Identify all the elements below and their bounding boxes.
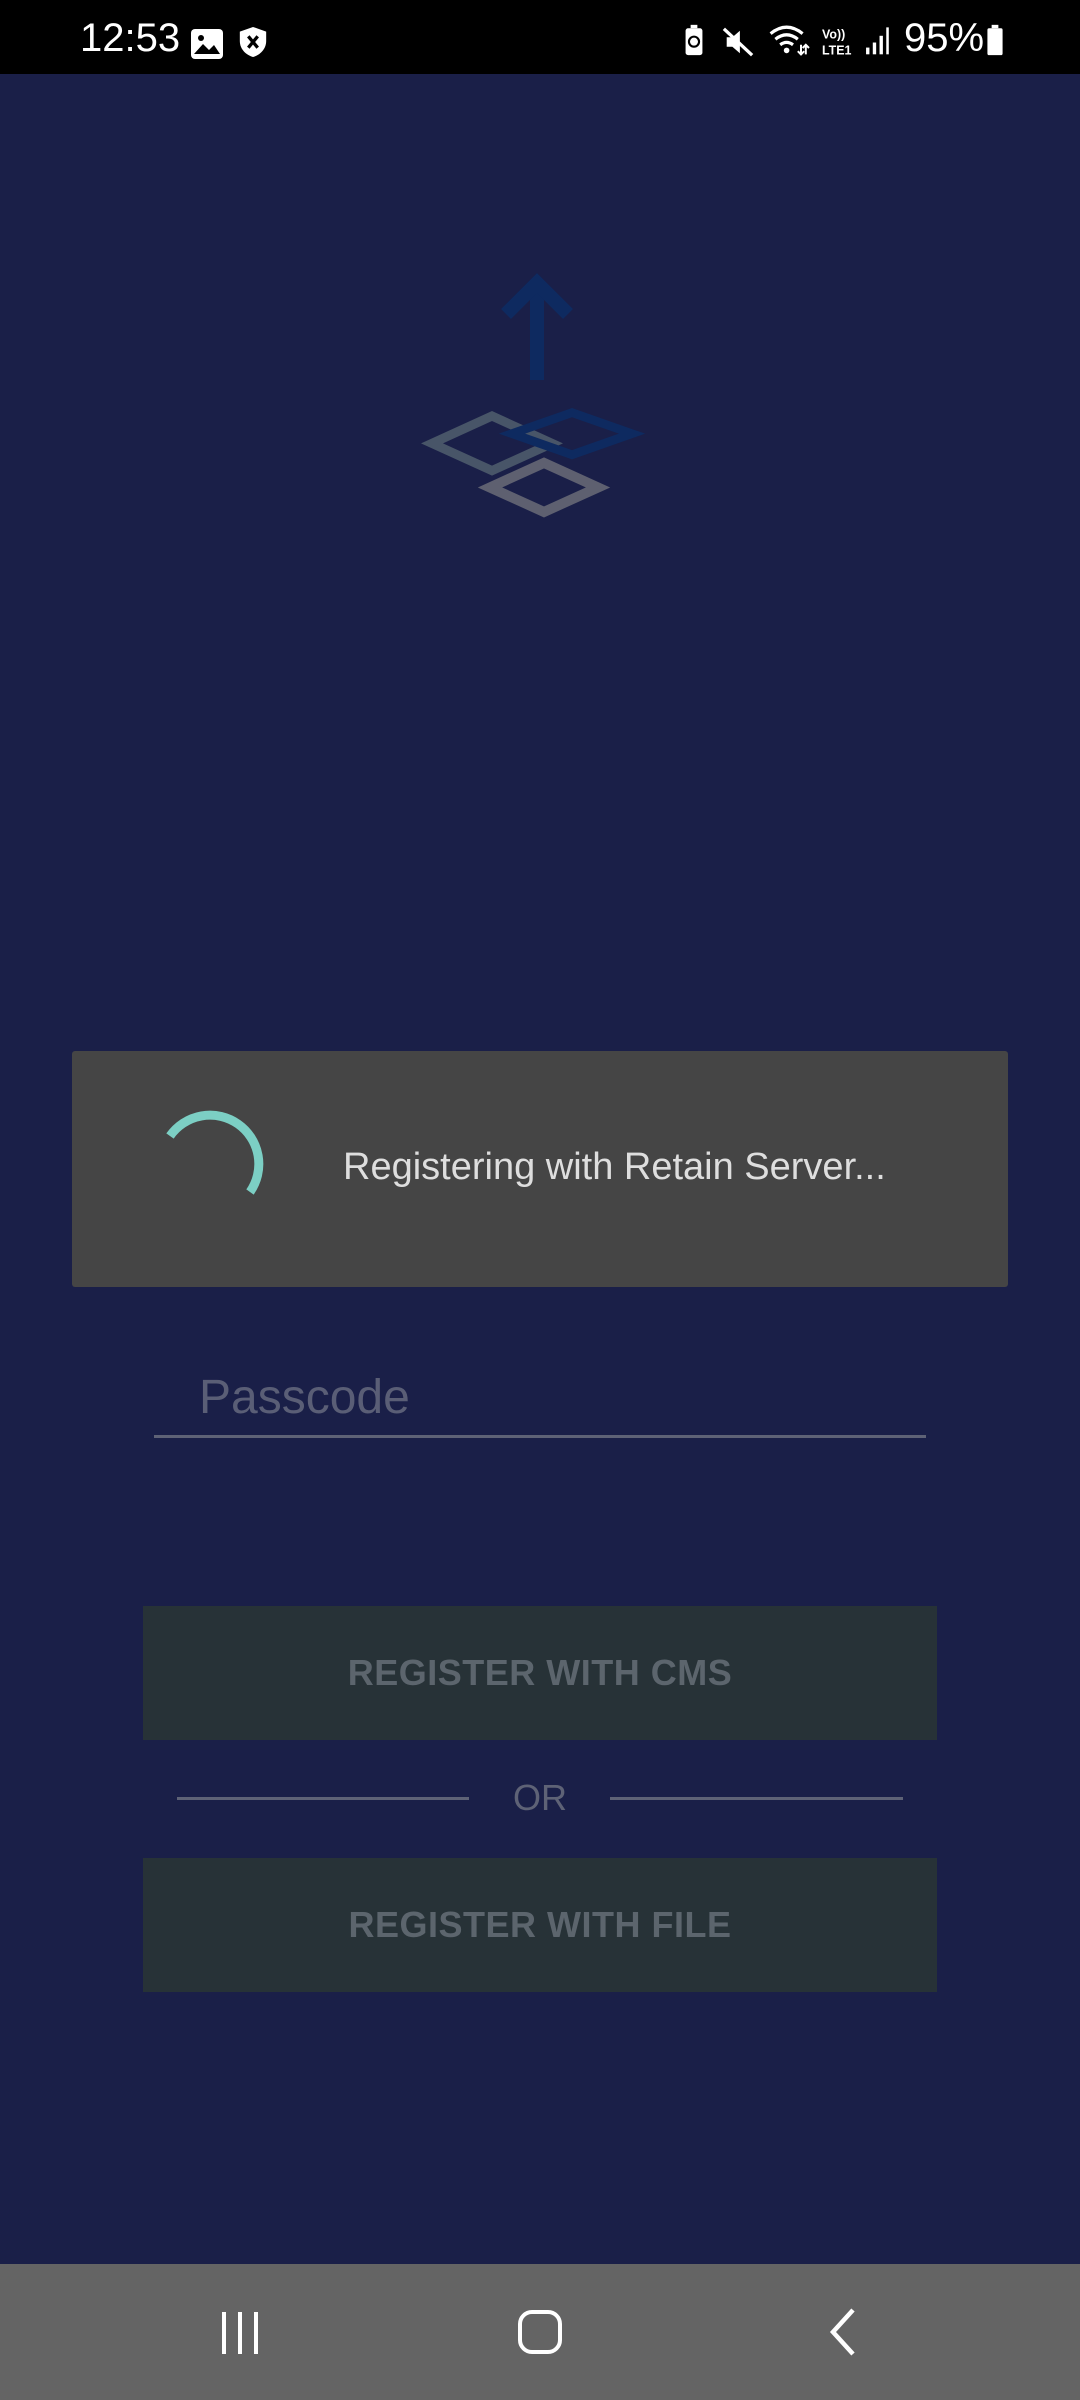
loading-spinner-icon — [166, 1110, 264, 1195]
svg-text:LTE1: LTE1 — [822, 43, 852, 57]
battery-percent: 95% — [904, 16, 985, 60]
status-bar: 12:53 Vo)) LTE1 95% — [0, 0, 1080, 74]
battery-saver-icon — [685, 24, 703, 56]
svg-text:Vo)): Vo)) — [822, 27, 845, 41]
back-icon[interactable] — [795, 2292, 895, 2372]
volte-icon: Vo)) LTE1 — [822, 27, 852, 57]
retain-logo-icon — [421, 273, 646, 518]
mute-icon — [722, 27, 754, 57]
wifi-icon — [769, 25, 810, 56]
or-label: OR — [513, 1777, 567, 1818]
home-icon[interactable] — [490, 2292, 590, 2372]
signal-icon — [866, 27, 889, 55]
battery-icon — [987, 24, 1003, 56]
status-time: 12:53 — [80, 16, 181, 60]
register-file-button[interactable]: REGISTER WITH FILE — [143, 1858, 937, 1992]
register-cms-button[interactable]: REGISTER WITH CMS — [143, 1606, 937, 1740]
shield-icon — [239, 26, 267, 58]
divider-left — [177, 1797, 469, 1800]
app-screen: 12:53 Vo)) LTE1 95% Registering with Ret… — [0, 0, 1080, 2400]
navigation-bar — [0, 2264, 1080, 2400]
loading-message: Registering with Retain Server... — [343, 1146, 886, 1188]
passcode-field — [154, 1360, 926, 1442]
divider-right — [610, 1797, 903, 1800]
passcode-input[interactable] — [154, 1360, 926, 1438]
recents-icon[interactable] — [190, 2292, 290, 2372]
gallery-icon — [191, 29, 223, 59]
